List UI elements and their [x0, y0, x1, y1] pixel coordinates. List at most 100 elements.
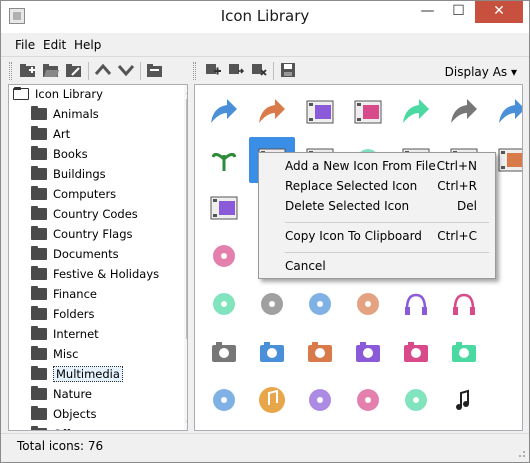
tree-item[interactable]: Buildings	[31, 165, 106, 185]
tree-item[interactable]: Computers	[31, 185, 116, 205]
folder-icon	[31, 166, 47, 180]
toolbar-separator	[140, 62, 141, 80]
total-icons-count: Total icons: 76	[17, 439, 104, 453]
close-button[interactable]: ✕	[475, 1, 523, 23]
tree-item-label: Computers	[53, 187, 117, 201]
icon-item[interactable]	[345, 281, 391, 327]
icon-item[interactable]	[201, 233, 247, 279]
icon-item[interactable]	[201, 377, 247, 423]
folder-icon	[31, 146, 47, 160]
folder-icon	[31, 266, 47, 280]
context-replace-icon[interactable]: Replace Selected Icon Ctrl+R	[259, 177, 495, 197]
icon-item[interactable]	[345, 329, 391, 375]
menu-edit[interactable]: Edit	[43, 38, 66, 52]
maximize-button[interactable]: ☐	[444, 1, 473, 23]
resize-grip-icon[interactable]	[516, 448, 526, 458]
toolbar-grip[interactable]	[193, 62, 196, 80]
tree-item[interactable]: Festive & Holidays	[31, 265, 159, 285]
scroll-up-icon[interactable]: ▲	[184, 85, 187, 97]
new-folder-icon[interactable]	[19, 62, 37, 78]
tree-item[interactable]: Internet	[31, 325, 99, 345]
folder-properties-icon[interactable]	[146, 62, 164, 78]
tree-item-label: Books	[53, 147, 88, 161]
context-copy-icon[interactable]: Copy Icon To Clipboard Ctrl+C	[259, 227, 495, 247]
icon-item[interactable]	[441, 329, 487, 375]
icon-item[interactable]	[393, 329, 439, 375]
tree-item-label: Misc	[53, 347, 79, 361]
tree-item[interactable]: Folders	[31, 305, 95, 325]
tree-item[interactable]: Art	[31, 125, 70, 145]
icon-item[interactable]	[441, 377, 487, 423]
scroll-down-icon[interactable]: ▼	[184, 418, 187, 430]
folder-icon	[31, 406, 47, 420]
tree-item[interactable]: Multimedia	[31, 365, 123, 385]
icon-item[interactable]	[201, 185, 247, 231]
icon-item[interactable]	[249, 89, 295, 135]
icon-item[interactable]	[441, 281, 487, 327]
tree-item[interactable]: Country Codes	[31, 205, 138, 225]
tree-item[interactable]: Country Flags	[31, 225, 133, 245]
icon-item[interactable]	[201, 281, 247, 327]
move-up-icon[interactable]	[94, 62, 112, 78]
context-delete-icon[interactable]: Delete Selected Icon Del	[259, 197, 495, 217]
display-as-dropdown[interactable]: Display As ▾	[445, 65, 517, 79]
tree-root-label: Icon Library	[35, 87, 103, 101]
vertical-scrollbar[interactable]: ▲ ▼	[184, 85, 187, 430]
context-add-icon[interactable]: Add a New Icon From File Ctrl+N	[259, 157, 495, 177]
edit-folder-icon[interactable]	[65, 62, 83, 78]
icon-item[interactable]	[393, 89, 439, 135]
move-down-icon[interactable]	[117, 62, 135, 78]
toolbar-separator	[273, 62, 274, 80]
delete-icon-icon[interactable]	[250, 62, 268, 78]
scrollbar-thumb[interactable]	[186, 99, 187, 339]
icon-item[interactable]	[249, 329, 295, 375]
add-icon-icon[interactable]	[204, 62, 222, 78]
tree-item-label: Objects	[53, 407, 97, 421]
icon-item[interactable]	[441, 89, 487, 135]
tree-item-label: Multimedia	[53, 366, 123, 382]
tree-item[interactable]: Misc	[31, 345, 78, 365]
icon-item[interactable]	[393, 377, 439, 423]
tree-item-label: Country Codes	[53, 207, 138, 221]
category-tree: Icon Library Animals Art Books Buildings Com…	[8, 84, 188, 431]
context-cancel[interactable]: Cancel	[259, 257, 495, 277]
icon-item[interactable]	[297, 377, 343, 423]
tree-item-label: Art	[53, 127, 71, 141]
replace-icon-icon[interactable]	[227, 62, 245, 78]
toolbar-grip[interactable]	[9, 62, 12, 80]
tree-item[interactable]: Objects	[31, 405, 96, 425]
tree-item-label: Animals	[53, 107, 99, 121]
open-folder-icon[interactable]	[42, 62, 60, 78]
tree-item[interactable]: Finance	[31, 285, 97, 305]
icon-item[interactable]	[297, 89, 343, 135]
tree-item[interactable]: Documents	[31, 245, 119, 265]
icon-item[interactable]	[297, 329, 343, 375]
app-window: Icon Library — ☐ ✕ File Edit Help Displa…	[0, 0, 530, 463]
tree-item[interactable]: Off	[31, 425, 70, 430]
icon-item[interactable]	[297, 281, 343, 327]
icon-item[interactable]	[345, 377, 391, 423]
icon-item[interactable]	[249, 281, 295, 327]
icon-item[interactable]	[249, 377, 295, 423]
icon-item[interactable]	[201, 89, 247, 135]
minimize-button[interactable]: —	[413, 1, 442, 23]
icon-item[interactable]	[489, 89, 522, 135]
tree-item[interactable]: Nature	[31, 385, 92, 405]
title-bar: Icon Library — ☐ ✕	[1, 1, 529, 33]
folder-icon	[31, 186, 47, 200]
status-bar: Total icons: 76	[1, 433, 529, 461]
menu-help[interactable]: Help	[74, 38, 101, 52]
menu-file[interactable]: File	[15, 38, 35, 52]
icon-item[interactable]	[393, 281, 439, 327]
folder-icon	[31, 106, 47, 120]
icon-item[interactable]	[345, 89, 391, 135]
tree-item-label: Internet	[53, 327, 99, 341]
icon-item[interactable]	[201, 329, 247, 375]
toolbar: Display As ▾	[1, 56, 529, 84]
tree-item-label: Documents	[53, 247, 119, 261]
tree-item[interactable]: Books	[31, 145, 88, 165]
tree-root[interactable]: Icon Library	[13, 85, 103, 105]
save-icon[interactable]	[279, 62, 297, 78]
icon-item[interactable]	[201, 137, 247, 183]
tree-item[interactable]: Animals	[31, 105, 99, 125]
